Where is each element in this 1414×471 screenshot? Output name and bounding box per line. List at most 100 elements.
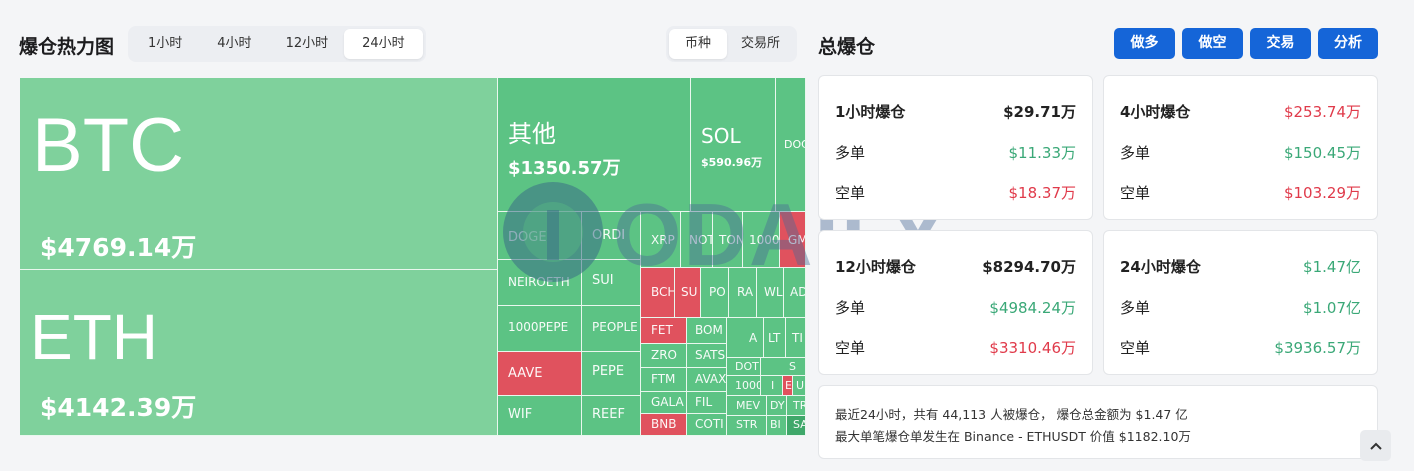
tile-symbol: PO bbox=[709, 285, 726, 299]
trade-button[interactable]: 交易 bbox=[1250, 28, 1311, 59]
scroll-top-button[interactable] bbox=[1360, 430, 1391, 461]
tile-ti[interactable]: TI bbox=[786, 318, 806, 358]
tile-bi[interactable]: BI bbox=[767, 416, 787, 436]
card-total: $29.71万 bbox=[1003, 103, 1076, 121]
tile-symbol: 1000 bbox=[735, 379, 761, 392]
short-value: $3936.57万 bbox=[1274, 339, 1361, 357]
tile-symbol: SU bbox=[681, 285, 698, 299]
tile-gala[interactable]: GALA bbox=[641, 392, 687, 414]
tile-bnb[interactable]: BNB bbox=[641, 414, 687, 436]
tile-symbol: AD bbox=[790, 285, 806, 299]
tile-pepe[interactable]: PEPE bbox=[582, 352, 641, 396]
tile-symbol: S bbox=[789, 360, 796, 373]
tile-ton[interactable]: TON bbox=[713, 212, 743, 268]
tile-wl[interactable]: WL bbox=[757, 268, 784, 318]
tab-coin[interactable]: 币种 bbox=[669, 29, 728, 59]
tab-12h[interactable]: 12小时 bbox=[270, 29, 345, 59]
tile-aave[interactable]: AAVE bbox=[498, 352, 582, 396]
tile-bch[interactable]: BCH bbox=[641, 268, 675, 318]
tile-fil[interactable]: FIL bbox=[687, 392, 727, 414]
tab-4h[interactable]: 4小时 bbox=[199, 29, 269, 59]
tile-1000[interactable]: 1000 bbox=[743, 212, 780, 268]
tile-symbol: GALA bbox=[651, 395, 684, 409]
tile-su[interactable]: SU bbox=[675, 268, 701, 318]
tile-people[interactable]: PEOPLE bbox=[582, 306, 641, 352]
tile-neiroeth[interactable]: NEIROETH bbox=[498, 260, 582, 306]
tile-doc[interactable]: DOC bbox=[776, 78, 806, 212]
tile-symbol: WL bbox=[764, 285, 783, 299]
tile-fet[interactable]: FET bbox=[641, 318, 687, 344]
tile-u[interactable]: U bbox=[793, 376, 806, 396]
tile-symbol: SA bbox=[793, 418, 805, 431]
tile-mev[interactable]: MEV bbox=[727, 396, 767, 416]
tile-gm[interactable]: GM bbox=[780, 212, 806, 268]
tile-ftm[interactable]: FTM bbox=[641, 368, 687, 392]
short-label: 空单 bbox=[1120, 184, 1151, 202]
long-button[interactable]: 做多 bbox=[1114, 28, 1175, 59]
tile-1000pepe[interactable]: 1000PEPE bbox=[498, 306, 582, 352]
tile-symbol: SUI bbox=[592, 273, 614, 288]
tile-s[interactable]: S bbox=[761, 358, 806, 376]
tile-symbol: FET bbox=[651, 323, 673, 337]
card-1h: 1小时爆仓 $29.71万 多单 $11.33万 空单 $18.37万 bbox=[818, 75, 1093, 220]
tile-ad[interactable]: AD bbox=[784, 268, 806, 318]
note-line-1: 最近24小时，共有 44,113 人被爆仓， 爆仓总金额为 $1.47 亿 bbox=[835, 407, 1188, 422]
tile-symbol: DOC bbox=[784, 138, 805, 151]
tile-symbol: PEPE bbox=[592, 364, 625, 379]
analysis-button[interactable]: 分析 bbox=[1318, 28, 1378, 59]
tab-1h[interactable]: 1小时 bbox=[131, 29, 199, 59]
tile-symbol: TR bbox=[793, 399, 806, 412]
tile-sats[interactable]: SATS bbox=[687, 344, 727, 368]
long-label: 多单 bbox=[1120, 144, 1151, 162]
long-value: $150.45万 bbox=[1283, 144, 1361, 162]
tile-symbol: SOL bbox=[701, 124, 741, 148]
tile-btc[interactable]: BTC $4769.14万 bbox=[20, 78, 498, 270]
short-button[interactable]: 做空 bbox=[1182, 28, 1243, 59]
tile-po[interactable]: PO bbox=[701, 268, 729, 318]
tile-others[interactable]: 其他 $1350.57万 bbox=[498, 78, 691, 212]
tile-amount: $4769.14万 bbox=[40, 233, 197, 262]
tile-ordi[interactable]: ORDI bbox=[582, 212, 641, 260]
tile-symbol: AAVE bbox=[508, 366, 543, 381]
tile-symbol: BCH bbox=[651, 285, 675, 299]
tile-symbol: BOM bbox=[695, 323, 723, 337]
tile-symbol: NEIROETH bbox=[508, 275, 570, 289]
card-label: 1小时爆仓 bbox=[835, 103, 906, 121]
tab-24h[interactable]: 24小时 bbox=[344, 29, 423, 59]
tile-symbol: BNB bbox=[651, 417, 677, 431]
long-label: 多单 bbox=[835, 299, 866, 317]
tile-doge[interactable]: DOGE bbox=[498, 212, 582, 260]
tile-dot[interactable]: DOT bbox=[727, 358, 761, 376]
tile-dy[interactable]: DY bbox=[767, 396, 787, 416]
tile-sa[interactable]: SA bbox=[787, 416, 806, 436]
summary-note: 最近24小时，共有 44,113 人被爆仓， 爆仓总金额为 $1.47 亿 最大… bbox=[818, 385, 1378, 459]
tile-bom[interactable]: BOM bbox=[687, 318, 727, 344]
tile-symbol: ORDI bbox=[592, 228, 626, 243]
tile-sui[interactable]: SUI bbox=[582, 260, 641, 306]
tile-symbol: TI bbox=[792, 331, 803, 345]
tile-not[interactable]: NOT bbox=[681, 212, 713, 268]
tile-sol[interactable]: SOL $590.96万 bbox=[691, 78, 776, 212]
tile-lt[interactable]: LT bbox=[764, 318, 786, 358]
tile-a[interactable]: A bbox=[727, 318, 764, 358]
tile-wif[interactable]: WIF bbox=[498, 396, 582, 436]
tile-symbol: 1000 bbox=[749, 233, 780, 247]
short-value: $3310.46万 bbox=[989, 339, 1076, 357]
tile-e[interactable]: E bbox=[783, 376, 793, 396]
tile-symbol: STR bbox=[736, 418, 758, 431]
tile-i[interactable]: I bbox=[761, 376, 783, 396]
tile-xrp[interactable]: XRP bbox=[641, 212, 681, 268]
summary-title: 总爆仓 bbox=[818, 36, 876, 58]
tile-eth[interactable]: ETH $4142.39万 bbox=[20, 270, 498, 436]
tile-1000b[interactable]: 1000 bbox=[727, 376, 761, 396]
tile-coti[interactable]: COTI bbox=[687, 414, 727, 436]
tile-avax[interactable]: AVAX bbox=[687, 368, 727, 392]
tile-symbol: REEF bbox=[592, 407, 625, 422]
tile-ra[interactable]: RA bbox=[729, 268, 757, 318]
tile-str[interactable]: STR bbox=[727, 416, 767, 436]
tile-tr[interactable]: TR bbox=[787, 396, 806, 416]
tab-exchange[interactable]: 交易所 bbox=[727, 29, 794, 59]
tile-zro[interactable]: ZRO bbox=[641, 344, 687, 368]
tile-reef[interactable]: REEF bbox=[582, 396, 641, 436]
long-label: 多单 bbox=[1120, 299, 1151, 317]
